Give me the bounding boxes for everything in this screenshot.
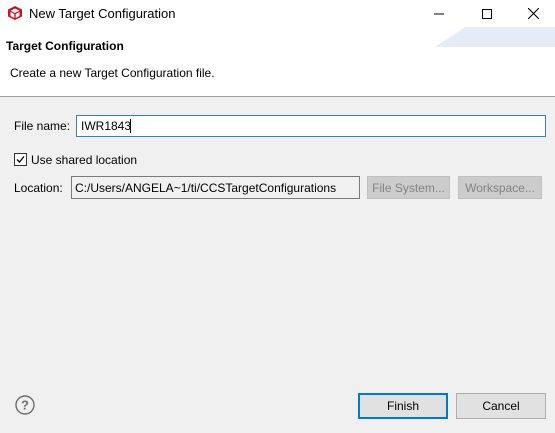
location-field: C:/Users/ANGELA~1/ti/CCSTargetConfigurat…: [71, 176, 360, 199]
text-caret: [130, 119, 131, 133]
app-icon: [8, 6, 22, 20]
cancel-button[interactable]: Cancel: [456, 393, 546, 419]
window-title: New Target Configuration: [29, 6, 176, 21]
page-description: Create a new Target Configuration file.: [10, 66, 215, 80]
page-title: Target Configuration: [6, 39, 124, 53]
use-shared-location-checkbox[interactable]: [14, 153, 27, 166]
maximize-button[interactable]: [464, 0, 510, 27]
location-label: Location:: [14, 181, 63, 195]
file-name-label: File name:: [14, 119, 71, 133]
finish-button[interactable]: Finish: [358, 393, 448, 419]
use-shared-location-label[interactable]: Use shared location: [31, 153, 137, 167]
maximize-icon: [482, 8, 492, 19]
wizard-header: Target Configuration Create a new Target…: [0, 27, 555, 97]
svg-text:?: ?: [21, 398, 29, 413]
file-name-input[interactable]: [76, 115, 546, 137]
banner-decoration: [435, 27, 555, 47]
file-system-button[interactable]: File System...: [367, 176, 450, 199]
help-icon[interactable]: ?: [15, 395, 35, 415]
minimize-icon: [434, 13, 444, 14]
title-bar: New Target Configuration: [0, 0, 555, 27]
workspace-button[interactable]: Workspace...: [458, 176, 542, 199]
close-icon: [527, 8, 539, 19]
close-button[interactable]: [510, 0, 555, 27]
checkmark-icon: [16, 156, 25, 163]
minimize-button[interactable]: [416, 0, 462, 27]
